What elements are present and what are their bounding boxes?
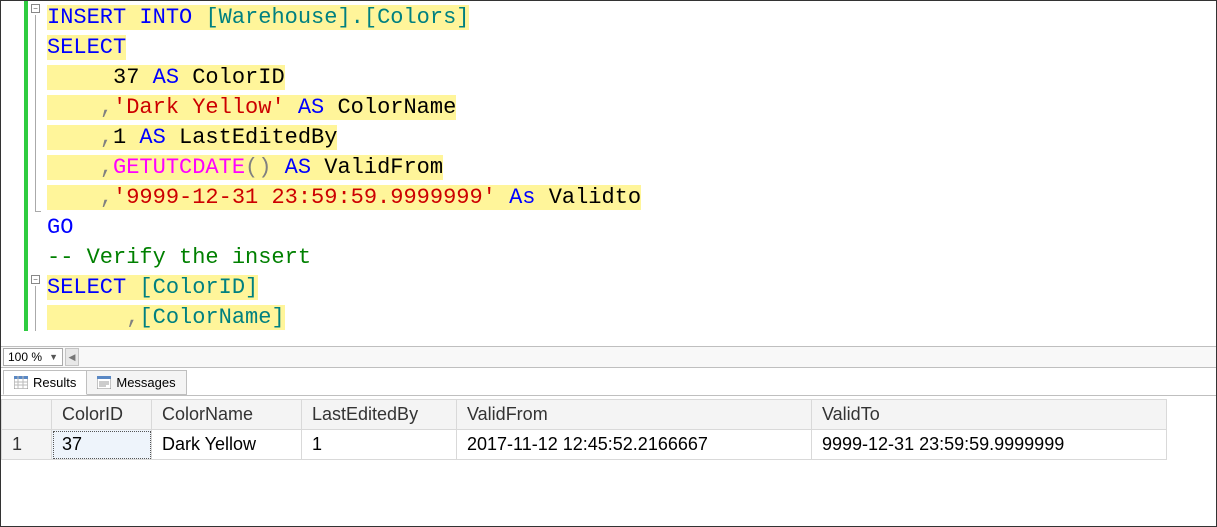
results-tabs-bar: Results Messages: [1, 368, 1216, 396]
alias-colorname: ColorName: [337, 95, 456, 120]
kw-as-5: As: [509, 185, 535, 210]
results-grid-wrap: ColorID ColorName LastEditedBy ValidFrom…: [1, 396, 1216, 460]
results-grid-icon: [14, 376, 28, 389]
zoom-dropdown[interactable]: 100 % ▼: [3, 348, 63, 366]
kw-select-2: SELECT: [47, 275, 126, 300]
col-header-validfrom[interactable]: ValidFrom: [457, 400, 812, 430]
row-number-1[interactable]: 1: [2, 430, 52, 460]
kw-as-1: AS: [153, 65, 179, 90]
tab-results-label: Results: [33, 375, 76, 390]
kw-select: SELECT: [47, 35, 126, 60]
kw-as-4: AS: [285, 155, 311, 180]
cell-validto[interactable]: 9999-12-31 23:59:59.9999999: [812, 430, 1167, 460]
str-darkyellow: 'Dark Yellow': [113, 95, 285, 120]
val-1: 1: [113, 125, 126, 150]
messages-icon: [97, 376, 111, 389]
cell-colorid[interactable]: 37: [52, 430, 152, 460]
alias-lasteditedby: LastEditedBy: [179, 125, 337, 150]
parens: (): [245, 155, 271, 180]
col-colorid-sel: [ColorID]: [139, 275, 258, 300]
cell-validfrom[interactable]: 2017-11-12 12:45:52.2166667: [457, 430, 812, 460]
comma-3: ,: [100, 155, 113, 180]
change-indicator-bar: [24, 1, 28, 331]
col-colorname-sel: [ColorName]: [139, 305, 284, 330]
zoom-bar: 100 % ▼ ◀: [1, 346, 1216, 368]
tab-messages[interactable]: Messages: [86, 370, 186, 395]
alias-colorid: ColorID: [192, 65, 284, 90]
sql-code-area[interactable]: INSERT INTO [Warehouse].[Colors] SELECT …: [41, 1, 1216, 346]
comma-2: ,: [100, 125, 113, 150]
comma-1: ,: [100, 95, 113, 120]
row-header-corner[interactable]: [2, 400, 52, 430]
comma-4: ,: [100, 185, 113, 210]
tab-results[interactable]: Results: [3, 370, 87, 395]
kw-go: GO: [47, 215, 73, 240]
col-header-colorname[interactable]: ColorName: [152, 400, 302, 430]
sql-editor-pane: − − INSERT INTO [Warehouse].[Colors] SEL…: [1, 1, 1216, 346]
col-header-colorid[interactable]: ColorID: [52, 400, 152, 430]
table-header-row: ColorID ColorName LastEditedBy ValidFrom…: [2, 400, 1167, 430]
fold-toggle-bottom[interactable]: −: [31, 275, 40, 284]
col-header-lasteditedby[interactable]: LastEditedBy: [302, 400, 457, 430]
cell-colorname[interactable]: Dark Yellow: [152, 430, 302, 460]
comment-verify: -- Verify the insert: [47, 245, 311, 270]
fold-line-1: [35, 15, 36, 211]
str-far-date: '9999-12-31 23:59:59.9999999': [113, 185, 496, 210]
val-37: 37: [113, 65, 139, 90]
zoom-value: 100 %: [8, 350, 42, 364]
tbl-name: [Warehouse].[Colors]: [205, 5, 469, 30]
chevron-down-icon: ▼: [49, 352, 58, 362]
kw-insert-into: INSERT INTO: [47, 5, 192, 30]
func-getutcdate: GETUTCDATE: [113, 155, 245, 180]
fold-line-2: [35, 286, 36, 331]
fold-foot-1: [35, 211, 41, 212]
results-table[interactable]: ColorID ColorName LastEditedBy ValidFrom…: [1, 399, 1167, 460]
fold-toggle-top[interactable]: −: [31, 4, 40, 13]
hscroll-left-button[interactable]: ◀: [65, 348, 79, 366]
table-row[interactable]: 1 37 Dark Yellow 1 2017-11-12 12:45:52.2…: [2, 430, 1167, 460]
comma-5: ,: [126, 305, 139, 330]
kw-as-3: AS: [139, 125, 165, 150]
tab-messages-label: Messages: [116, 375, 175, 390]
alias-validto: Validto: [549, 185, 641, 210]
editor-gutter: − −: [1, 1, 41, 346]
alias-validfrom: ValidFrom: [324, 155, 443, 180]
col-header-validto[interactable]: ValidTo: [812, 400, 1167, 430]
kw-as-2: AS: [298, 95, 324, 120]
cell-lasteditedby[interactable]: 1: [302, 430, 457, 460]
